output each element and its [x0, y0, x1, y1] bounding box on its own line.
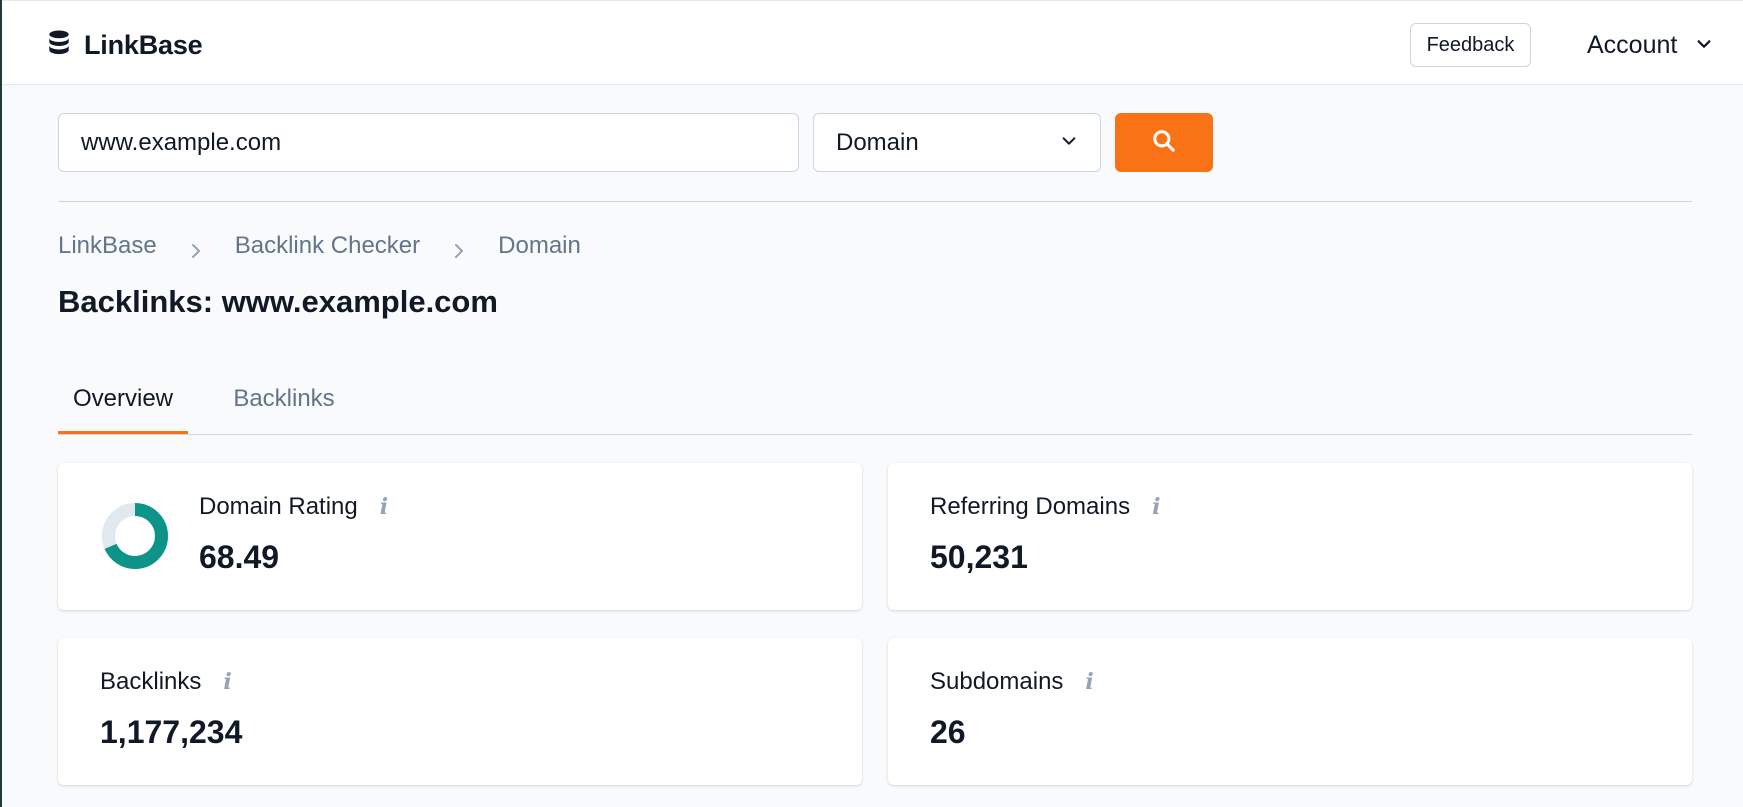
referring-domains-card: Referring Domains i 50,231 [888, 463, 1692, 610]
domain-rating-card: Domain Rating i 68.49 [58, 463, 862, 610]
account-label: Account [1587, 30, 1678, 59]
search-icon [1151, 128, 1177, 157]
metric-label-text: Backlinks [100, 668, 202, 695]
tab-overview[interactable]: Overview [58, 385, 188, 434]
chevron-right-icon [188, 238, 204, 258]
search-mode-select[interactable]: Domain [813, 113, 1101, 172]
tab-bar: Overview Backlinks [58, 372, 1692, 435]
info-icon[interactable]: i [223, 669, 231, 695]
metric-label-text: Subdomains [930, 668, 1064, 695]
search-input[interactable] [58, 113, 799, 172]
page-title: Backlinks: www.example.com [58, 284, 498, 319]
search-mode-value: Domain [836, 128, 919, 156]
breadcrumb-item-domain[interactable]: Domain [498, 232, 581, 260]
domain-rating-label: Domain Rating i [199, 493, 388, 521]
account-menu[interactable]: Account [1587, 27, 1713, 63]
backlinks-value: 1,177,234 [100, 714, 243, 750]
referring-domains-value: 50,231 [930, 539, 1028, 575]
info-icon[interactable]: i [1152, 494, 1160, 520]
breadcrumb-item-linkbase[interactable]: LinkBase [58, 232, 157, 260]
chevron-right-icon [451, 238, 467, 258]
subdomains-label: Subdomains i [930, 668, 1094, 696]
metric-label-text: Referring Domains [930, 493, 1131, 520]
app-logo[interactable]: LinkBase [46, 29, 203, 62]
chevron-down-icon [1677, 31, 1713, 60]
search-button[interactable] [1115, 113, 1213, 172]
info-icon[interactable]: i [1085, 669, 1093, 695]
subdomains-card: Subdomains i 26 [888, 638, 1692, 785]
top-navigation-bar: LinkBase Feedback Account [2, 0, 1743, 85]
app-name: LinkBase [84, 30, 203, 60]
breadcrumb-item-backlink-checker[interactable]: Backlink Checker [235, 232, 420, 260]
chevron-down-icon [1060, 129, 1078, 157]
referring-domains-label: Referring Domains i [930, 493, 1160, 521]
backlinks-label: Backlinks i [100, 668, 232, 696]
feedback-button[interactable]: Feedback [1410, 23, 1531, 67]
tab-backlinks[interactable]: Backlinks [229, 385, 339, 434]
domain-rating-value: 68.49 [199, 539, 280, 575]
divider [58, 201, 1692, 202]
info-icon[interactable]: i [380, 494, 388, 520]
metric-label-text: Domain Rating [199, 493, 358, 520]
breadcrumb: LinkBase Backlink Checker Domain [58, 232, 581, 260]
subdomains-value: 26 [930, 714, 966, 750]
domain-rating-donut [102, 503, 168, 569]
database-icon [46, 29, 72, 62]
backlinks-card: Backlinks i 1,177,234 [58, 638, 862, 785]
